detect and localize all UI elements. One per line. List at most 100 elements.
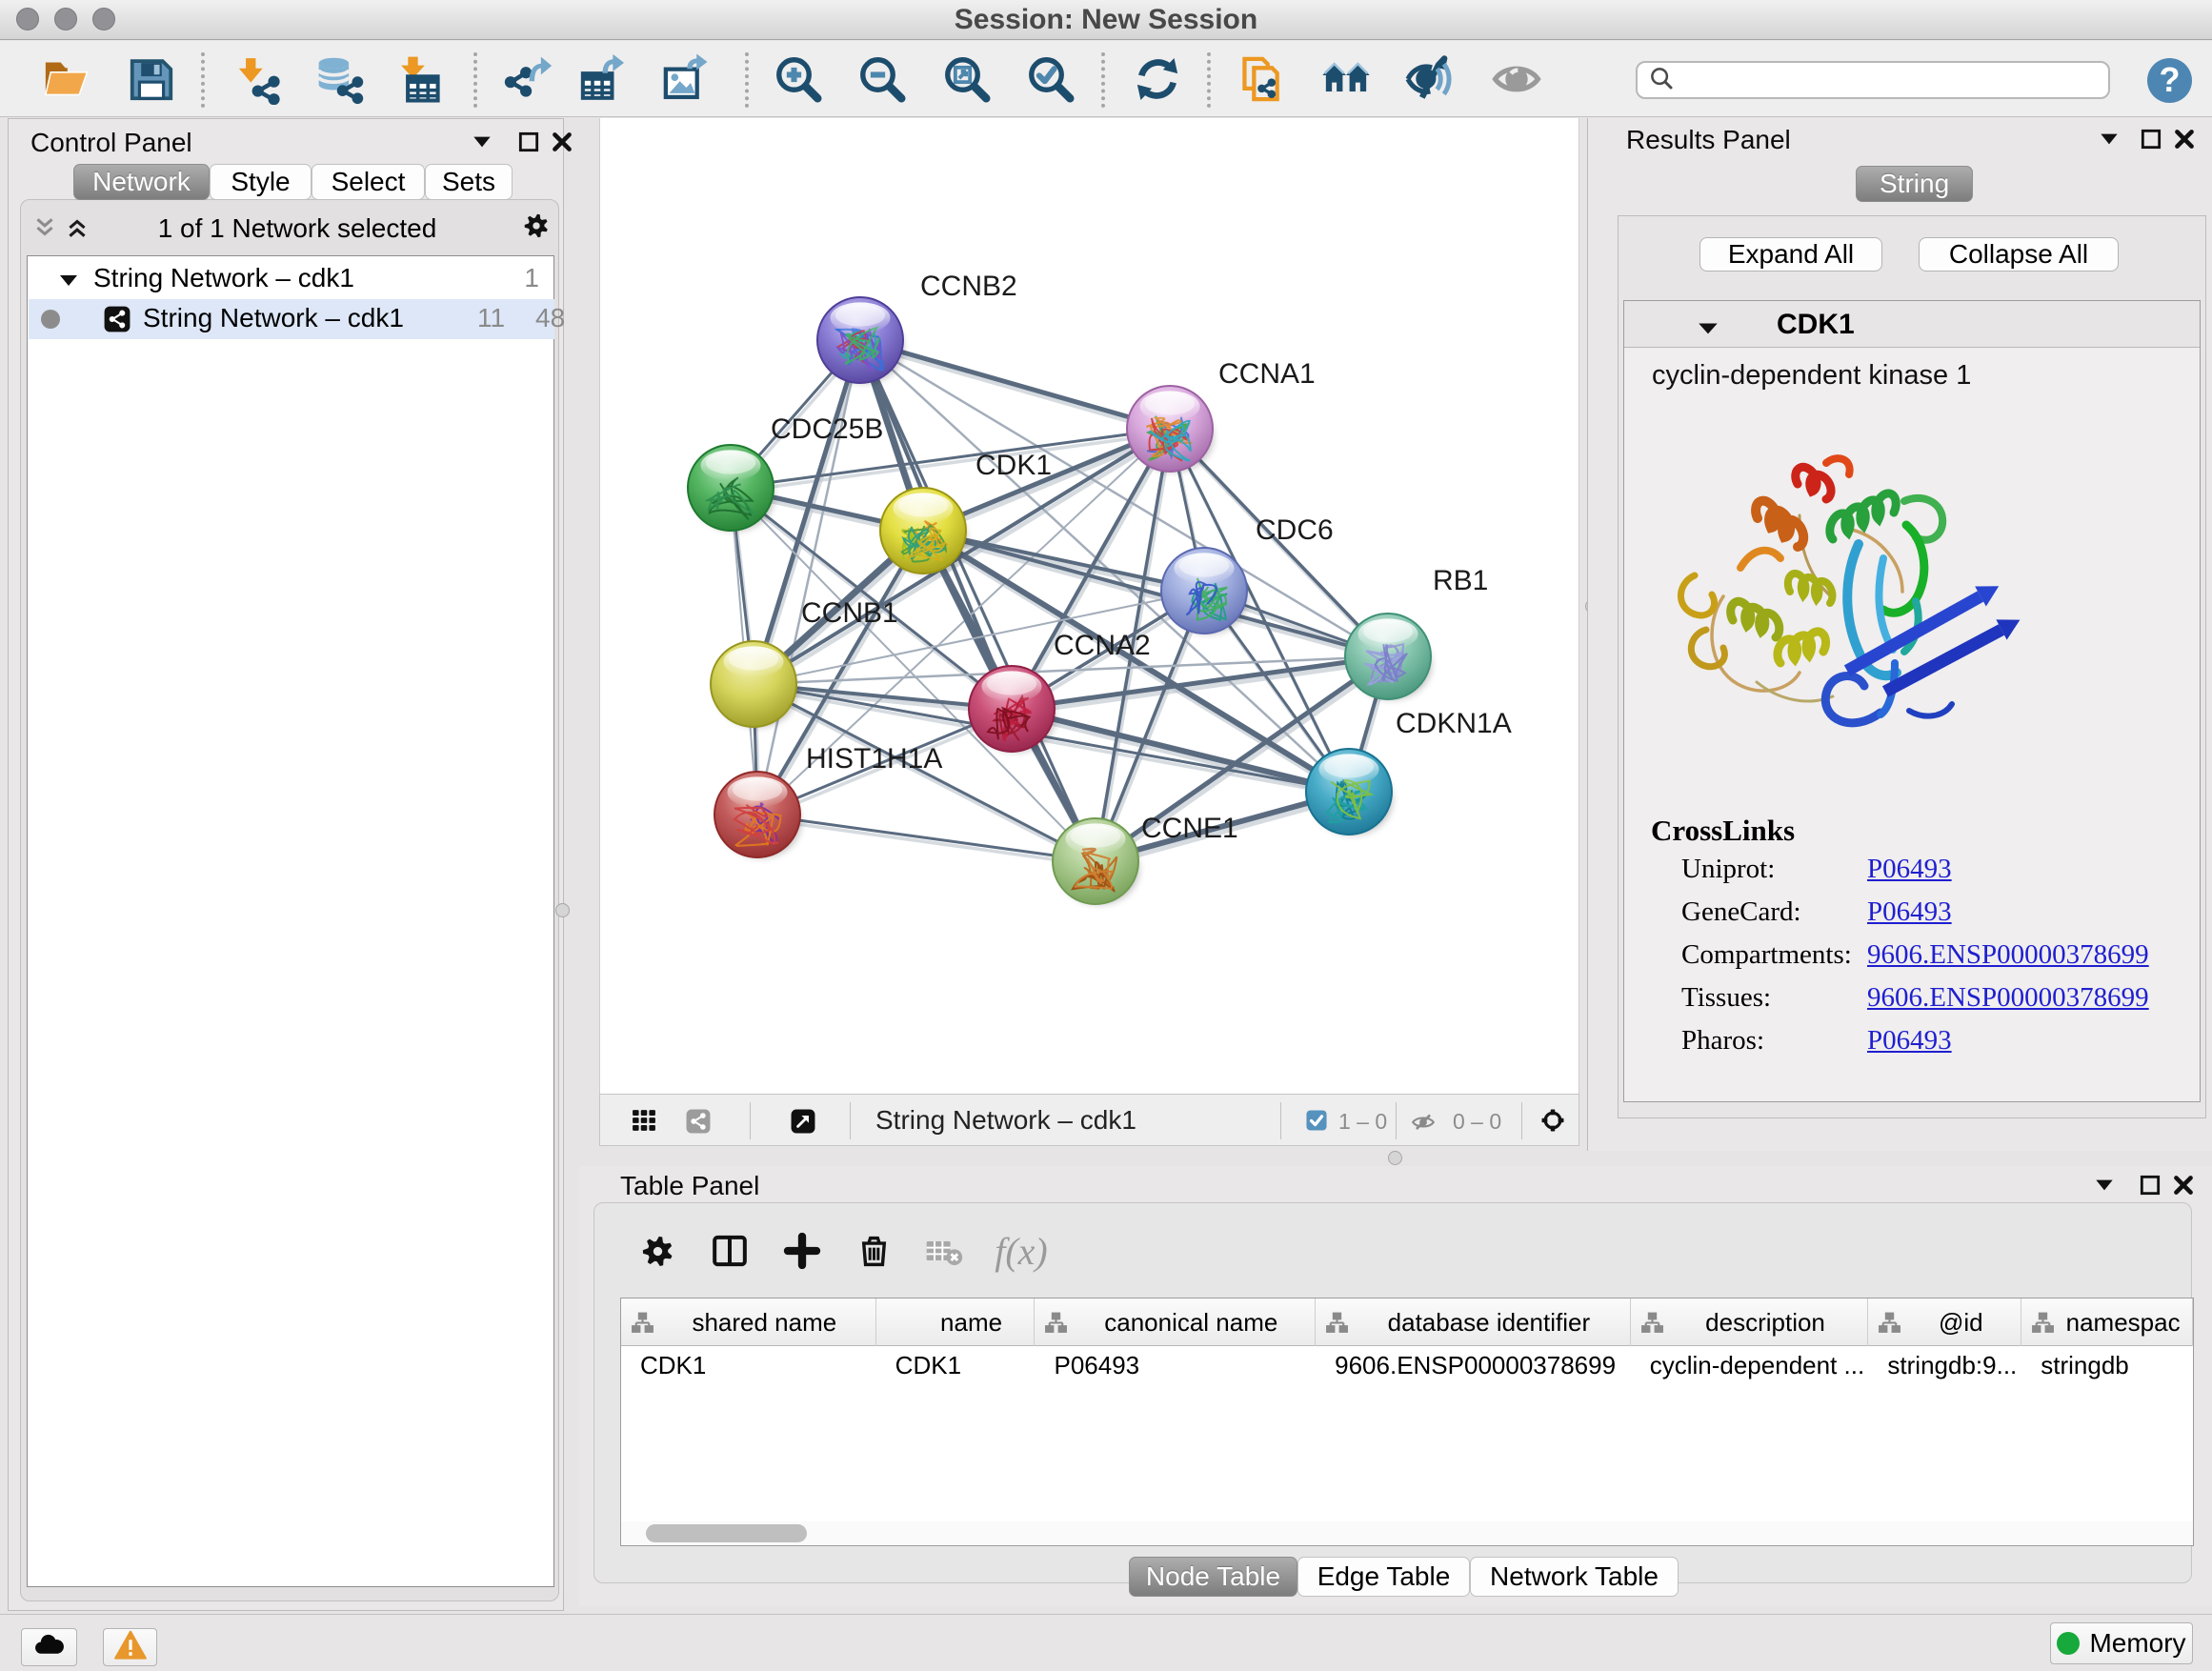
control-tab-select[interactable]: Select — [312, 164, 425, 200]
network-view-title: String Network – cdk1 — [875, 1105, 1136, 1136]
search-input[interactable] — [1676, 66, 2085, 95]
column-header-name[interactable]: name — [876, 1299, 1036, 1346]
control-tab-style[interactable]: Style — [210, 164, 312, 200]
zoom-fit-icon[interactable] — [939, 51, 995, 107]
scrollbar-thumb[interactable] — [646, 1524, 807, 1542]
table-panel-close-button[interactable] — [2167, 1171, 2200, 1199]
zoom-in-icon[interactable] — [771, 51, 826, 107]
cell-shared-name[interactable]: CDK1 — [621, 1346, 876, 1384]
column-header-database-identifier[interactable]: database identifier — [1316, 1299, 1631, 1346]
left-splitter-handle[interactable] — [555, 903, 570, 917]
table-options-gear-icon[interactable] — [636, 1230, 678, 1272]
memory-status-button[interactable]: Memory — [2050, 1622, 2193, 1664]
show-all-icon[interactable] — [1489, 51, 1544, 107]
export-image-icon[interactable] — [658, 51, 714, 107]
selected-nodes-checkbox[interactable] — [1306, 1110, 1327, 1131]
crosslink-link[interactable]: P06493 — [1867, 854, 1952, 884]
column-header--id[interactable]: @id — [1868, 1299, 2021, 1346]
zoom-selected-icon[interactable] — [1023, 51, 1078, 107]
network-tree-selected-row[interactable]: String Network – cdk1 11 48 — [29, 299, 554, 339]
control-panel-float-button[interactable] — [513, 128, 545, 156]
table-tab-network-table[interactable]: Network Table — [1470, 1557, 1679, 1597]
column-header-shared-name[interactable]: shared name — [621, 1299, 876, 1346]
tree-expander-icon[interactable] — [57, 269, 80, 299]
bottom-splitter-handle[interactable] — [1388, 1151, 1402, 1165]
crosslink-link[interactable]: P06493 — [1867, 1025, 1952, 1056]
column-header-description[interactable]: description — [1631, 1299, 1869, 1346]
warning-status-button[interactable] — [103, 1628, 157, 1666]
results-panel-close-button[interactable] — [2168, 125, 2201, 153]
svg-text:CCNE1: CCNE1 — [1141, 813, 1238, 844]
share-view-icon[interactable] — [678, 1101, 718, 1141]
delete-column-trash-icon[interactable] — [853, 1230, 895, 1272]
table-panel-title: Table Panel — [620, 1171, 759, 1201]
save-session-icon[interactable] — [124, 51, 179, 107]
collapse-all-button[interactable]: Collapse All — [1919, 237, 2119, 272]
open-folder-icon[interactable] — [38, 51, 93, 107]
column-title: canonical name — [1104, 1308, 1277, 1338]
import-network-icon[interactable] — [230, 51, 285, 107]
import-database-icon[interactable] — [312, 51, 367, 107]
crosslink-link[interactable]: 9606.ENSP00000378699 — [1867, 982, 2149, 1013]
svg-text:CCNA1: CCNA1 — [1218, 358, 1316, 390]
import-table-icon[interactable] — [390, 51, 445, 107]
cell--id[interactable]: stringdb:9... — [1868, 1346, 2021, 1384]
table-columns-icon[interactable] — [709, 1230, 751, 1272]
table-tab-edge-table[interactable]: Edge Table — [1297, 1557, 1470, 1597]
network-tree-root-row[interactable]: String Network – cdk1 1 — [29, 259, 554, 299]
cell-database-identifier[interactable]: 9606.ENSP00000378699 — [1316, 1346, 1631, 1384]
add-column-plus-icon[interactable] — [781, 1230, 823, 1272]
crosslink-link[interactable]: P06493 — [1867, 896, 1952, 927]
crosslink-label: GeneCard: — [1681, 896, 1867, 928]
node-table: shared name name canonical name database id… — [620, 1298, 2194, 1546]
network-edge-count: 48 — [535, 303, 565, 333]
help-button[interactable]: ? — [2147, 58, 2192, 103]
title-bar: Session: New Session — [0, 0, 2212, 40]
results-panel-menu-button[interactable] — [2093, 125, 2125, 153]
network-view-toolbar: String Network – cdk1 1 – 0 0 – 0 — [599, 1094, 1579, 1146]
table-panel-float-button[interactable] — [2134, 1171, 2166, 1199]
export-network-icon[interactable] — [499, 51, 554, 107]
copy-network-icon[interactable] — [1234, 51, 1289, 107]
control-panel-close-button[interactable] — [546, 128, 578, 156]
birds-eye-grid-icon[interactable] — [625, 1101, 663, 1139]
table-horizontal-scrollbar[interactable] — [621, 1521, 2193, 1545]
collapse-entry-icon[interactable] — [1696, 317, 1720, 347]
control-tab-network[interactable]: Network — [73, 164, 210, 200]
cloud-status-button[interactable] — [21, 1628, 77, 1666]
fit-selected-crosshair-icon[interactable] — [1535, 1102, 1571, 1138]
control-panel-menu-button[interactable] — [466, 128, 498, 156]
node-table-row[interactable]: CDK1CDK1P064939606.ENSP00000378699cyclin… — [621, 1346, 2193, 1384]
column-header-namespac[interactable]: namespac — [2021, 1299, 2193, 1346]
expand-all-button[interactable]: Expand All — [1699, 237, 1882, 272]
expand-all-networks-icon[interactable] — [61, 213, 93, 242]
open-in-new-window-icon[interactable] — [784, 1102, 822, 1140]
column-title: shared name — [692, 1308, 836, 1338]
hide-selected-icon[interactable] — [1401, 51, 1457, 107]
table-tab-node-table[interactable]: Node Table — [1129, 1557, 1297, 1597]
crosslink-link[interactable]: 9606.ENSP00000378699 — [1867, 939, 2149, 970]
search-box[interactable] — [1636, 61, 2110, 99]
refresh-layout-icon[interactable] — [1130, 51, 1185, 107]
network-canvas[interactable]: CCNB2CCNA1CDC25BCDK1CDC6RB1CCNB1CCNA2CDK… — [599, 118, 1579, 1094]
node-details-header[interactable]: CDK1 — [1624, 301, 2200, 348]
column-header-canonical-name[interactable]: canonical name — [1035, 1299, 1316, 1346]
svg-text:CDKN1A: CDKN1A — [1396, 708, 1512, 739]
cell-description[interactable]: cyclin-dependent ... — [1631, 1346, 1869, 1384]
zoom-out-icon[interactable] — [855, 51, 910, 107]
control-tab-sets[interactable]: Sets — [425, 164, 513, 200]
collapse-all-networks-icon[interactable] — [29, 213, 61, 242]
status-bar: Memory — [0, 1614, 2212, 1671]
cell-canonical-name[interactable]: P06493 — [1035, 1346, 1316, 1384]
export-table-icon[interactable] — [575, 51, 631, 107]
hidden-counter: 0 – 0 — [1453, 1109, 1501, 1135]
entry-gene-name: CDK1 — [1777, 309, 1855, 341]
cell-namespac[interactable]: stringdb — [2021, 1346, 2193, 1384]
network-options-gear-icon[interactable] — [520, 211, 553, 240]
first-neighbors-icon[interactable] — [1318, 51, 1374, 107]
cell-name[interactable]: CDK1 — [876, 1346, 1036, 1384]
results-tab-string[interactable]: String — [1856, 166, 1973, 202]
table-panel-menu-button[interactable] — [2088, 1171, 2121, 1199]
results-panel-float-button[interactable] — [2135, 125, 2167, 153]
crosslink-label: Tissues: — [1681, 982, 1867, 1014]
